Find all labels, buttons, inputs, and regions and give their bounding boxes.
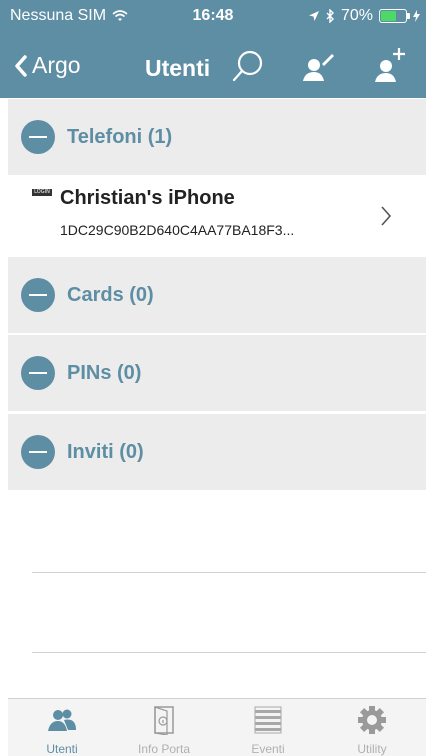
divider — [32, 652, 426, 653]
tab-info-porta[interactable]: Info Porta — [114, 699, 214, 756]
tab-utenti-label: Utenti — [46, 742, 78, 756]
users-icon — [48, 709, 76, 731]
edit-user-button[interactable] — [300, 48, 336, 89]
bluetooth-icon — [326, 9, 334, 23]
collapse-telefoni-icon[interactable] — [21, 120, 55, 154]
device-row[interactable]: LOGIN Christian's iPhone 1DC29C90B2D640C… — [8, 175, 426, 255]
tab-eventi[interactable]: Eventi — [218, 699, 318, 756]
tab-utility[interactable]: Utility — [322, 699, 422, 756]
device-name: Christian's iPhone — [60, 187, 235, 209]
section-telefoni[interactable]: Telefoni (1) — [8, 99, 426, 175]
back-chevron-icon — [15, 54, 27, 77]
search-button[interactable] — [230, 48, 266, 89]
status-bar: Nessuna SIM 16:48 70% — [0, 0, 426, 32]
section-pins[interactable]: PINs (0) — [8, 335, 426, 411]
battery-fill — [381, 11, 396, 21]
page-title: Utenti — [145, 55, 211, 81]
section-telefoni-label: Telefoni (1) — [67, 125, 173, 148]
add-user-button[interactable] — [372, 46, 408, 89]
section-inviti[interactable]: Inviti (0) — [8, 414, 426, 490]
collapse-inviti-icon[interactable] — [21, 435, 55, 469]
status-right-group: 70% — [308, 7, 420, 25]
section-cards[interactable]: Cards (0) — [8, 257, 426, 333]
tab-utility-label: Utility — [357, 742, 387, 756]
nav-bar: Argo Utenti — [0, 42, 426, 92]
battery-icon — [379, 9, 410, 23]
device-id: 1DC29C90B2D640C4AA77BA18F3... — [60, 222, 295, 238]
section-pins-label: PINs (0) — [67, 361, 142, 384]
tab-bar: Utenti Info Porta Eventi Utility — [8, 698, 426, 756]
edit-user-icon — [303, 54, 334, 81]
tab-eventi-label: Eventi — [251, 742, 285, 756]
battery-percent: 70% — [340, 7, 373, 24]
back-label: Argo — [32, 52, 81, 78]
charging-icon — [413, 10, 420, 22]
gear-icon — [358, 706, 386, 734]
divider — [32, 572, 426, 573]
collapse-pins-icon[interactable] — [21, 356, 55, 390]
door-info-icon — [154, 706, 174, 735]
tab-info-porta-label: Info Porta — [137, 742, 191, 756]
search-icon — [232, 50, 263, 82]
chevron-right-icon — [381, 206, 392, 226]
list-icon — [254, 706, 282, 734]
section-inviti-label: Inviti (0) — [67, 440, 144, 463]
section-cards-label: Cards (0) — [67, 283, 154, 306]
collapse-cards-icon[interactable] — [21, 278, 55, 312]
back-button[interactable]: Argo — [14, 52, 81, 79]
top-bar: Nessuna SIM 16:48 70% Argo Utenti — [0, 0, 426, 98]
location-arrow-icon — [308, 11, 319, 21]
login-badge: LOGIN — [32, 189, 52, 196]
empty-list-area — [8, 492, 426, 698]
add-user-icon — [375, 48, 405, 82]
tab-utenti[interactable]: Utenti — [12, 699, 112, 756]
